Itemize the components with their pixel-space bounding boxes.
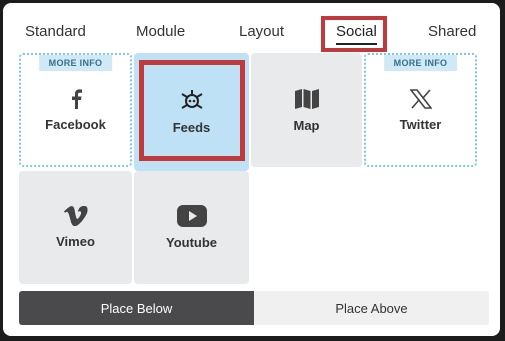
- twitter-tile[interactable]: MORE INFO Twitter: [364, 53, 477, 167]
- placement-toggle: Place Below Place Above: [19, 291, 489, 325]
- feeds-label: Feeds: [172, 119, 211, 135]
- more-info-badge[interactable]: MORE INFO: [38, 55, 113, 71]
- tab-social[interactable]: Social: [336, 23, 377, 45]
- x-icon: [409, 88, 432, 109]
- vimeo-label: Vimeo: [56, 234, 95, 249]
- vimeo-icon: [63, 206, 88, 226]
- tab-standard-label: Standard: [25, 23, 86, 40]
- youtube-tile[interactable]: Youtube: [134, 171, 249, 284]
- facebook-tile[interactable]: MORE INFO Facebook: [19, 53, 132, 167]
- facebook-icon: [71, 88, 82, 109]
- map-icon: [294, 88, 319, 109]
- facebook-label: Facebook: [45, 116, 106, 132]
- tab-standard[interactable]: Standard: [25, 23, 86, 40]
- widget-picker-panel: Standard Module Layout Social Shared MOR…: [3, 3, 500, 336]
- youtube-label: Youtube: [165, 235, 218, 250]
- feeds-icon: [180, 89, 203, 109]
- place-below-button[interactable]: Place Below: [19, 291, 254, 325]
- vimeo-tile[interactable]: Vimeo: [19, 171, 132, 284]
- twitter-label: Twitter: [399, 116, 442, 132]
- feeds-tile[interactable]: Feeds: [134, 53, 249, 171]
- tab-module-label: Module: [136, 23, 186, 40]
- tab-shared-label: Shared: [428, 23, 477, 40]
- tab-module[interactable]: Module: [136, 23, 185, 40]
- place-above-button[interactable]: Place Above: [254, 291, 489, 325]
- tab-layout[interactable]: Layout: [239, 23, 284, 40]
- map-label: Map: [293, 117, 320, 133]
- map-tile[interactable]: Map: [251, 53, 362, 167]
- youtube-icon: [176, 205, 207, 227]
- tab-social-label: Social: [336, 23, 377, 45]
- more-info-badge[interactable]: MORE INFO: [383, 55, 458, 71]
- tab-bar: Standard Module Layout Social Shared: [3, 3, 500, 53]
- tab-layout-label: Layout: [239, 23, 285, 40]
- tab-shared[interactable]: Shared: [428, 23, 476, 40]
